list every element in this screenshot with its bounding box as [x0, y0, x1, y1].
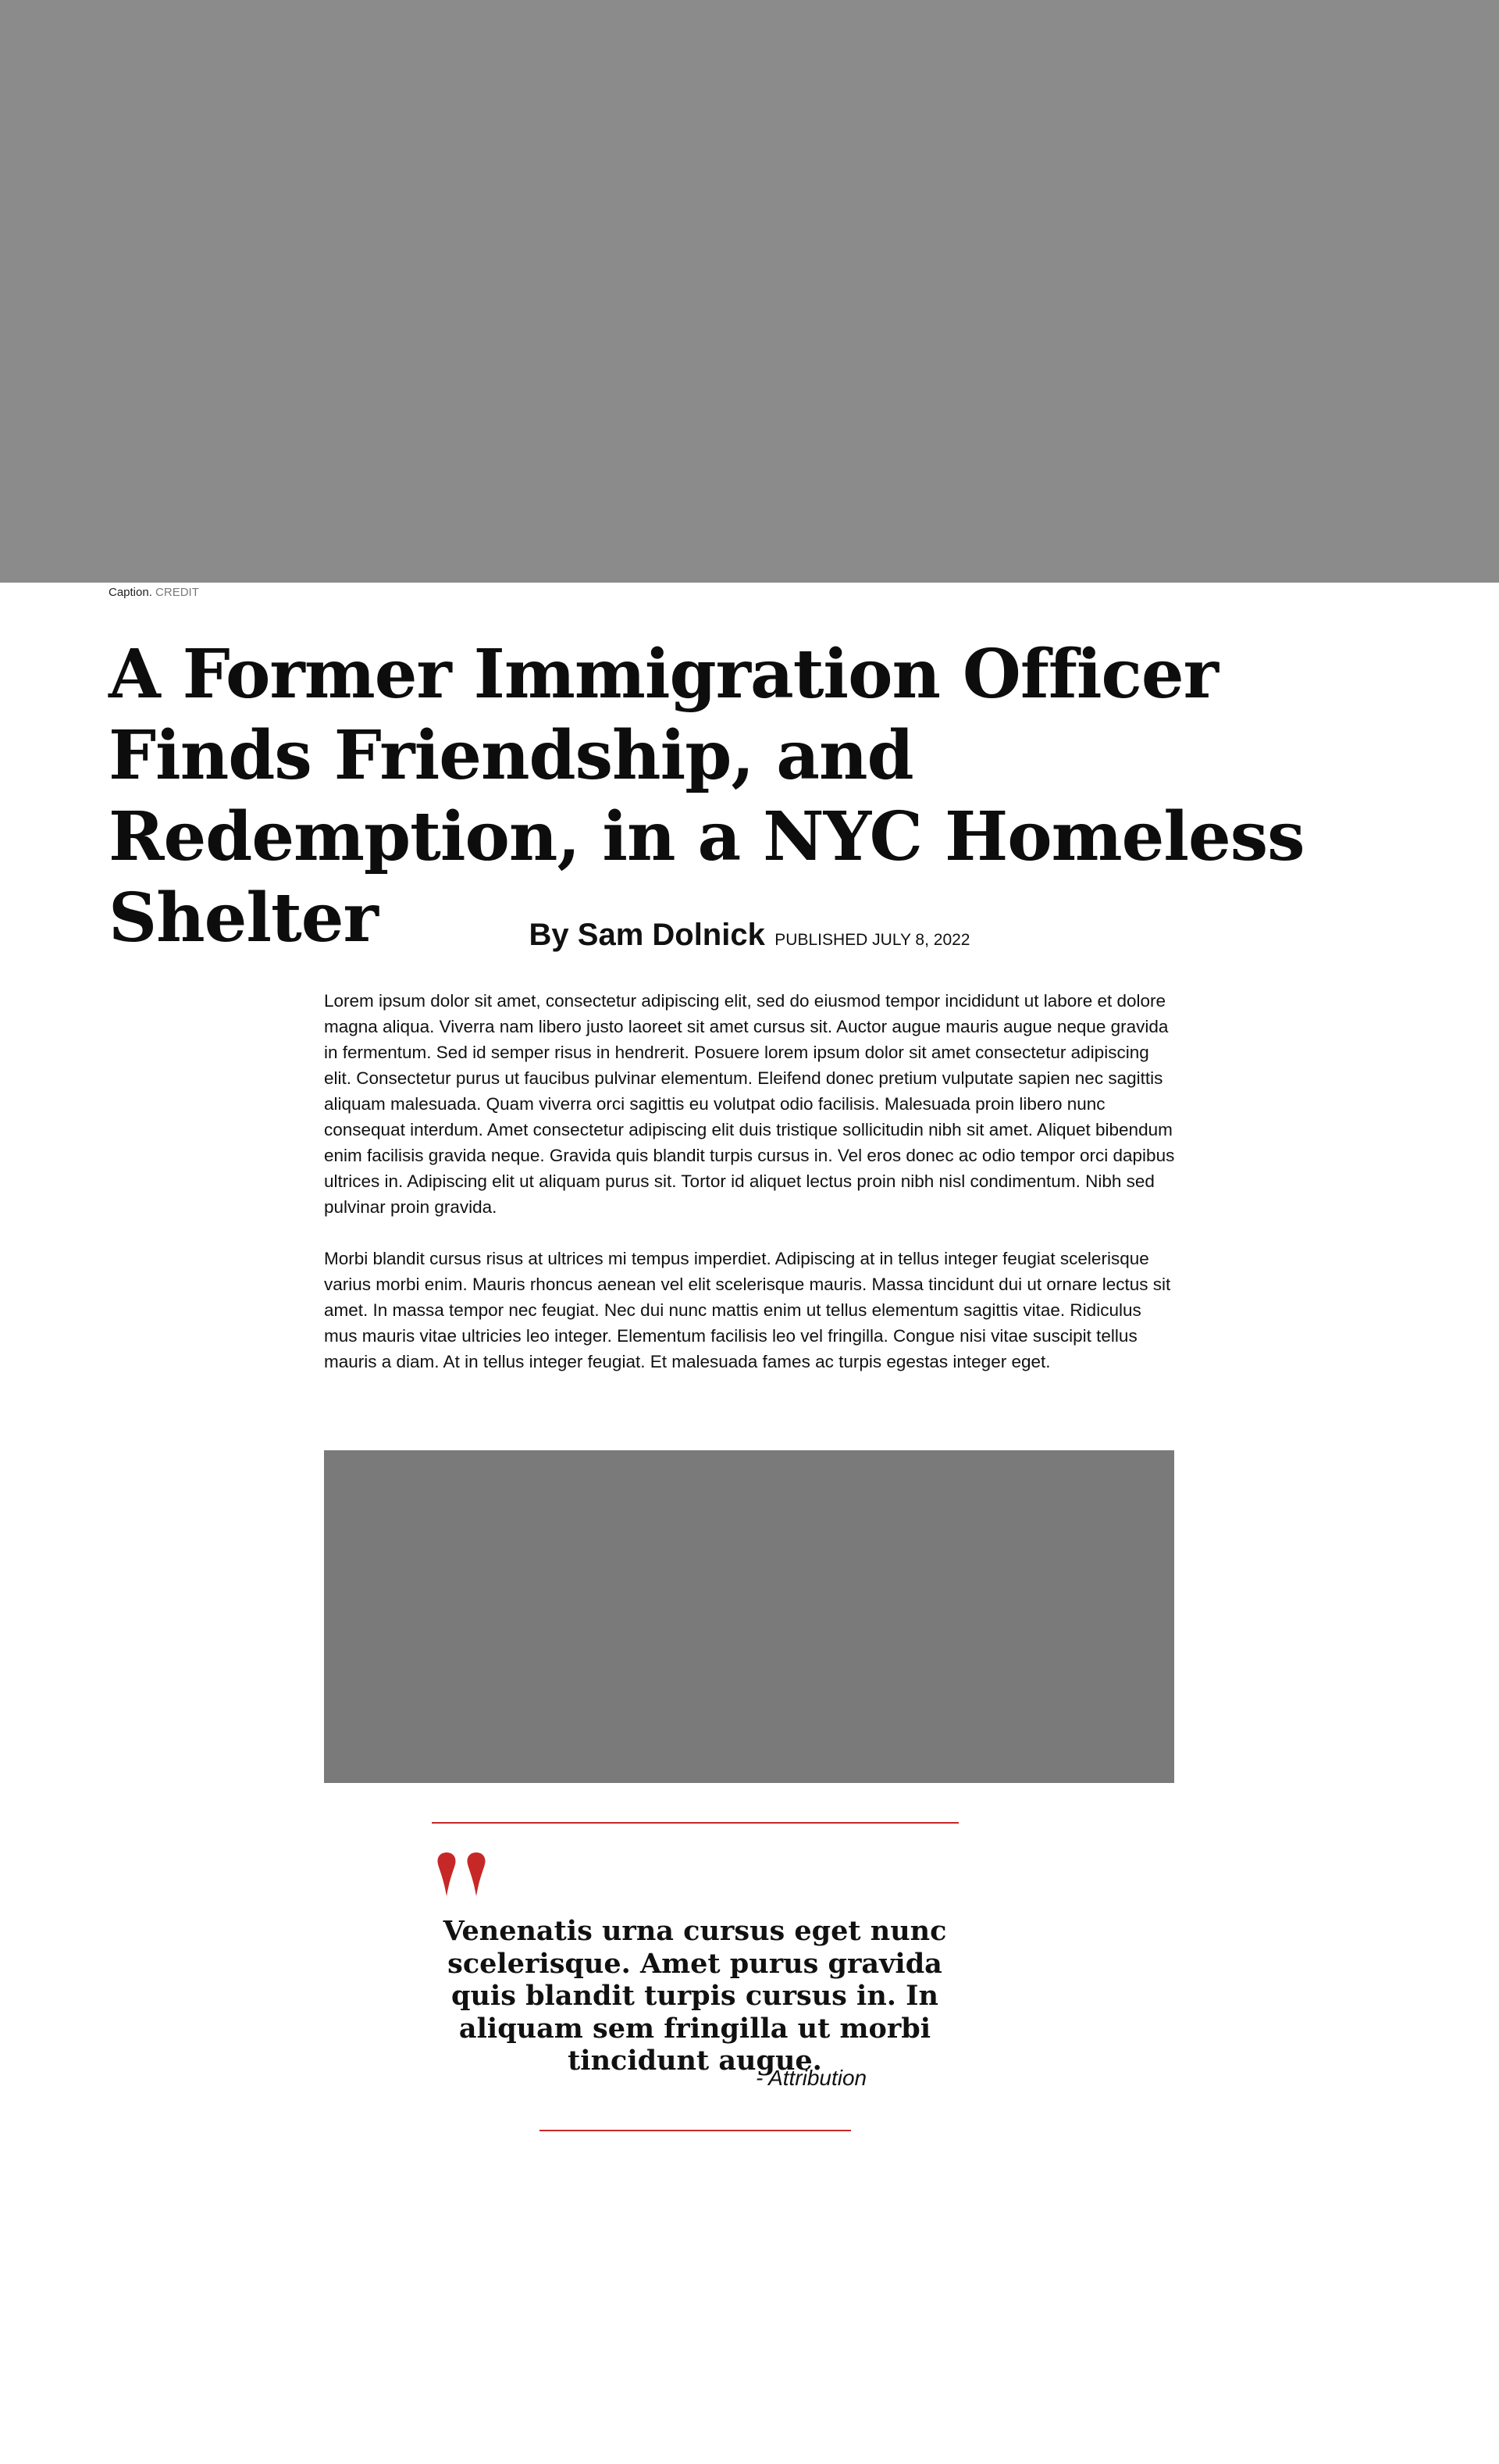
- author-name[interactable]: By Sam Dolnick: [529, 918, 765, 952]
- pullquote-top-rule: [432, 1822, 959, 1824]
- body-paragraph: Morbi blandit cursus risus at ultrices m…: [324, 1249, 1171, 1371]
- pullquote-attribution: - Attribution: [756, 2066, 867, 2090]
- published-date: PUBLISHED JULY 8, 2022: [774, 931, 970, 949]
- article-body: Lorem ipsum dolor sit amet, consectetur …: [324, 988, 1175, 1400]
- caption-text: Caption.: [109, 586, 152, 599]
- inline-image: [324, 1450, 1174, 1783]
- caption-credit: CREDIT: [155, 586, 199, 599]
- quote-mark-icon: [437, 1852, 486, 1896]
- byline: By Sam Dolnick PUBLISHED JULY 8, 2022: [0, 918, 1499, 953]
- article-headline: A Former Immigration Officer Finds Frien…: [109, 635, 1305, 957]
- hero-caption: Caption. CREDIT: [109, 586, 199, 600]
- pullquote-text: Venenatis urna cursus eget nunc sceleris…: [443, 1915, 947, 2077]
- body-paragraph: Lorem ipsum dolor sit amet, consectetur …: [324, 991, 1175, 1217]
- pullquote-bottom-rule: [539, 2130, 851, 2131]
- hero-image: [0, 0, 1499, 583]
